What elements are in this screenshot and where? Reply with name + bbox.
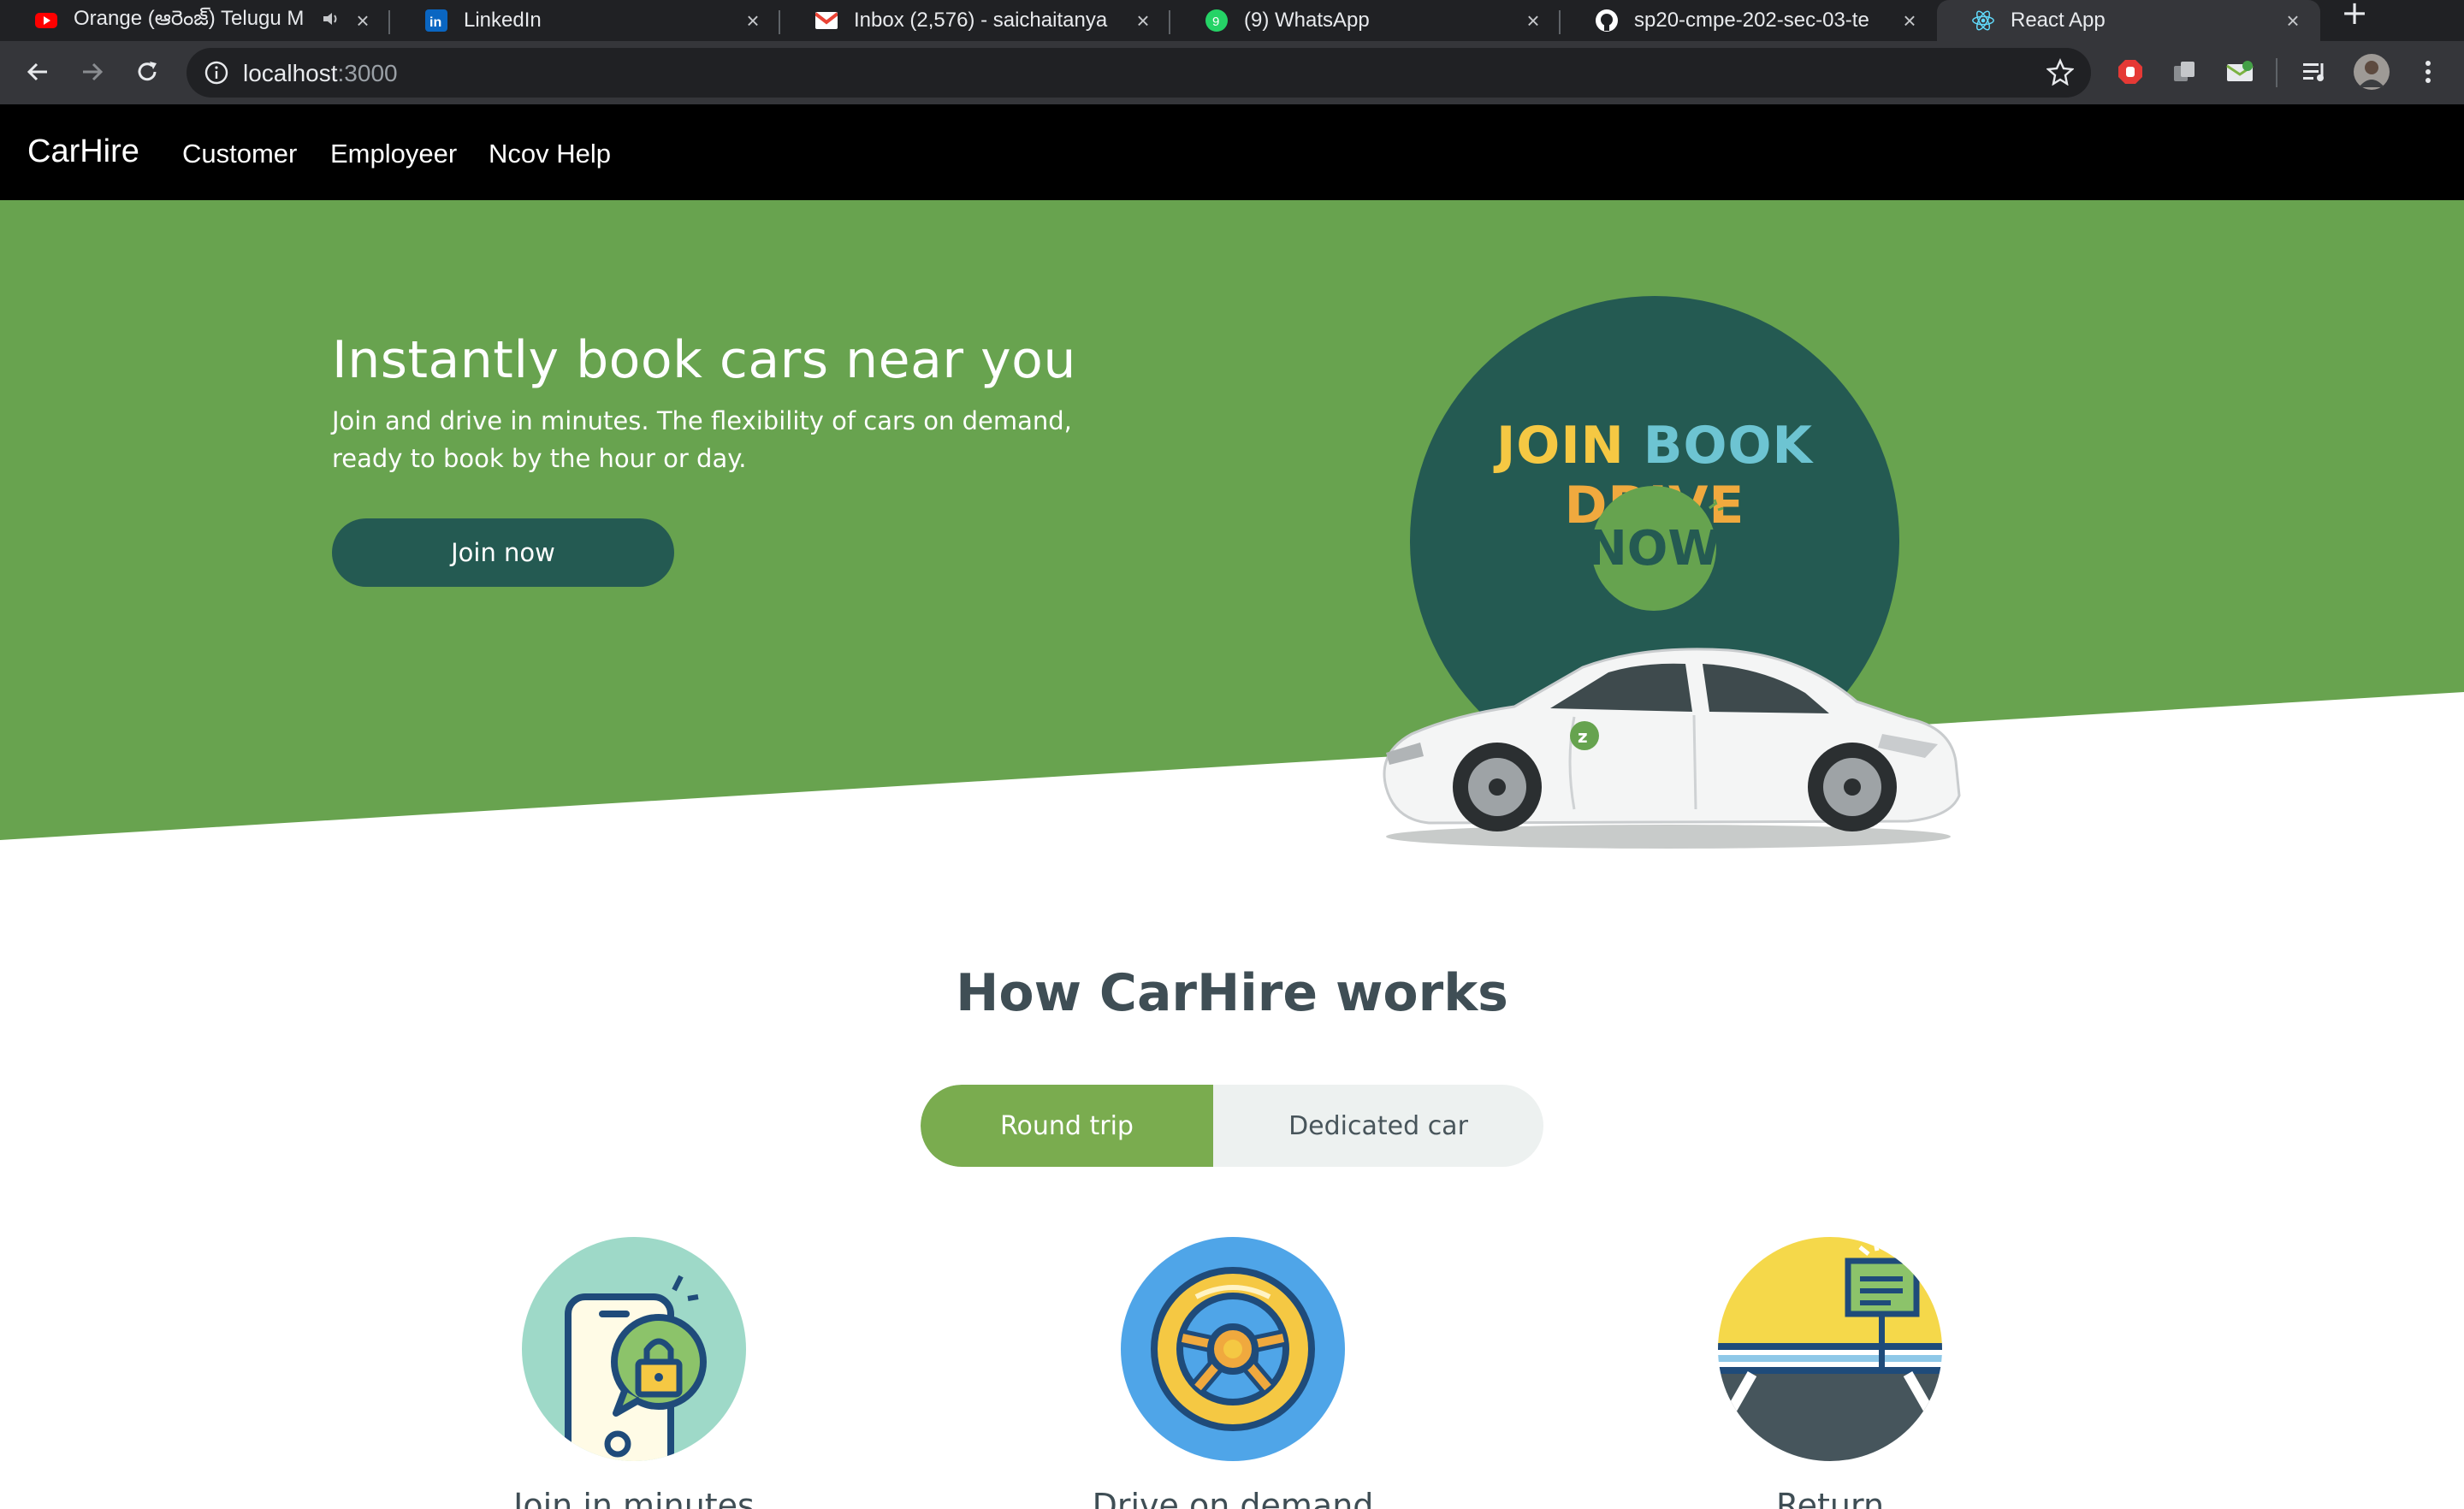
youtube-icon [34, 9, 58, 33]
dedicated-car-tab[interactable]: Dedicated car [1213, 1085, 1543, 1167]
close-tab-icon[interactable]: × [1518, 8, 1549, 34]
browser-tab-gmail[interactable]: Inbox (2,576) - saichaitanya × [780, 0, 1170, 41]
browser-tab-strip: Orange (ఆరెంజ్) Telugu M × in LinkedIn ×… [0, 0, 2464, 41]
browser-toolbar: localhost:3000 [0, 41, 2464, 104]
browser-tab-youtube[interactable]: Orange (ఆరెంజ్) Telugu M × [0, 0, 390, 41]
tab-title: LinkedIn [464, 9, 542, 32]
gmail-icon [814, 9, 838, 33]
url-host: localhost [243, 60, 338, 86]
promo-word-join: JOIN [1496, 416, 1625, 476]
back-arrow-icon[interactable] [15, 50, 60, 94]
close-tab-icon[interactable]: × [737, 8, 768, 34]
tab-title: (9) WhatsApp [1244, 9, 1370, 32]
parking-return-icon [1718, 1237, 1942, 1461]
react-icon [1971, 9, 1995, 33]
svg-text:in: in [429, 15, 441, 30]
browser-tab-whatsapp[interactable]: 9 (9) WhatsApp × [1170, 0, 1561, 41]
svg-text:9: 9 [1212, 15, 1219, 29]
svg-text:z: z [1578, 726, 1588, 747]
address-bar[interactable]: localhost:3000 [187, 48, 2091, 98]
hero-subtitle-line2: ready to book by the hour or day. [332, 444, 747, 473]
speaker-icon[interactable] [322, 9, 347, 33]
tab-title: Inbox (2,576) - saichaitanya [854, 9, 1108, 32]
close-tab-icon[interactable]: × [347, 8, 378, 34]
step-label-drive: Drive on demand [1092, 1487, 1374, 1509]
trip-type-toggle: Round trip Dedicated car [921, 1085, 1543, 1167]
url-port: :3000 [337, 60, 398, 86]
new-tab-icon[interactable]: + [2336, 0, 2373, 38]
phone-lock-icon [522, 1237, 746, 1461]
brand-logo[interactable]: CarHire [27, 133, 139, 170]
copy-extension-icon[interactable] [2170, 56, 2200, 87]
tab-title: Orange (ఆరెంజ్) Telugu M [74, 6, 305, 30]
nav-link-customer[interactable]: Customer [182, 139, 297, 169]
url-text: localhost:3000 [243, 60, 398, 87]
how-it-works-title: How CarHire works [956, 963, 1508, 1023]
reload-icon[interactable] [125, 50, 169, 94]
close-tab-icon[interactable]: × [1128, 8, 1158, 34]
forward-arrow-icon[interactable] [70, 50, 115, 94]
media-playlist-icon[interactable] [2300, 56, 2331, 87]
mail-check-extension-icon[interactable] [2224, 56, 2255, 87]
join-now-button[interactable]: Join now [332, 518, 674, 587]
close-tab-icon[interactable]: × [2277, 8, 2308, 34]
promo-now-badge: NOW [1587, 486, 1721, 611]
promo-word-book: BOOK [1643, 416, 1813, 476]
adblock-extension-icon[interactable] [2115, 56, 2146, 87]
tab-title: sp20-cmpe-202-sec-03-te [1634, 9, 1869, 32]
close-tab-icon[interactable]: × [1894, 8, 1925, 34]
sparkle-icon [1709, 499, 1724, 512]
profile-avatar[interactable] [2353, 53, 2390, 91]
toolbar-divider [2276, 58, 2277, 87]
whatsapp-icon: 9 [1205, 9, 1229, 33]
steering-wheel-icon [1121, 1237, 1345, 1461]
step-label-join: Join in minutes [513, 1487, 755, 1509]
nav-link-ncov-help[interactable]: Ncov Help [489, 139, 611, 169]
linkedin-icon: in [424, 9, 448, 33]
github-icon [1595, 9, 1619, 33]
browser-menu-icon[interactable] [2413, 56, 2443, 87]
car-illustration: z [1383, 648, 1961, 849]
nav-link-employeer[interactable]: Employeer [330, 139, 457, 169]
browser-tab-github[interactable]: sp20-cmpe-202-sec-03-te × [1561, 0, 1937, 41]
step-label-return: Return [1775, 1487, 1885, 1509]
tab-title: React App [2011, 9, 2106, 32]
bookmark-star-icon[interactable] [2046, 58, 2075, 89]
round-trip-tab[interactable]: Round trip [921, 1085, 1213, 1167]
browser-tab-react-app[interactable]: React App × [1937, 0, 2320, 41]
hero-subtitle-line1: Join and drive in minutes. The flexibili… [332, 406, 1072, 435]
hero-title: Instantly book cars near you [332, 330, 1076, 390]
browser-tab-linkedin[interactable]: in LinkedIn × [390, 0, 780, 41]
hero-subtitle: Join and drive in minutes. The flexibili… [332, 402, 1085, 477]
site-navbar: CarHire Customer Employeer Ncov Help [0, 104, 2464, 200]
info-icon[interactable] [204, 60, 229, 89]
